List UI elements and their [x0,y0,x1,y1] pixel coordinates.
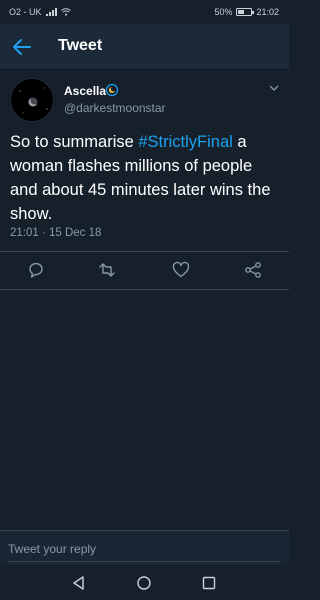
arrow-left-icon[interactable] [10,35,34,59]
avatar[interactable] [10,78,54,122]
retweet-icon[interactable] [97,260,117,280]
tweet-text-start: So to summarise [10,133,139,151]
reply-icon[interactable] [26,260,46,280]
recents-square-icon[interactable] [200,574,218,592]
carrier-label: O2 - UK [9,7,42,17]
moon-avatar-image [11,79,53,121]
share-icon[interactable] [243,260,263,280]
status-bar: O2 - UK 50% 21:02 [0,0,289,24]
back-triangle-icon[interactable] [70,574,88,592]
like-icon[interactable] [171,260,191,280]
display-name[interactable]: Ascella [64,84,106,98]
tweet-actions [0,252,289,289]
status-right: 50% 21:02 [214,7,279,17]
tweet-timestamp: 21:01 · 15 Dec 18 [10,227,102,239]
battery-icon [236,8,255,16]
divider [0,289,289,290]
page-title: Tweet [58,37,103,54]
user-handle[interactable]: @darkestmoonstar [64,101,166,115]
wifi-icon [60,8,71,16]
battery-percent: 50% [214,7,233,17]
clock: 21:02 [256,7,279,17]
android-nav-bar [0,565,289,600]
signal-icon [45,8,57,16]
hashtag-link[interactable]: #StrictlyFinal [138,133,232,151]
reply-input[interactable] [8,538,280,560]
app-header: Tweet [0,24,289,70]
moon-emoji-icon [105,83,119,97]
chevron-down-icon[interactable] [269,84,279,92]
reply-underline [8,561,280,562]
reply-bar [0,530,289,565]
home-circle-icon[interactable] [135,574,153,592]
tweet-text: So to summarise #StrictlyFinal a woman f… [10,130,282,226]
status-left: O2 - UK [9,7,71,17]
